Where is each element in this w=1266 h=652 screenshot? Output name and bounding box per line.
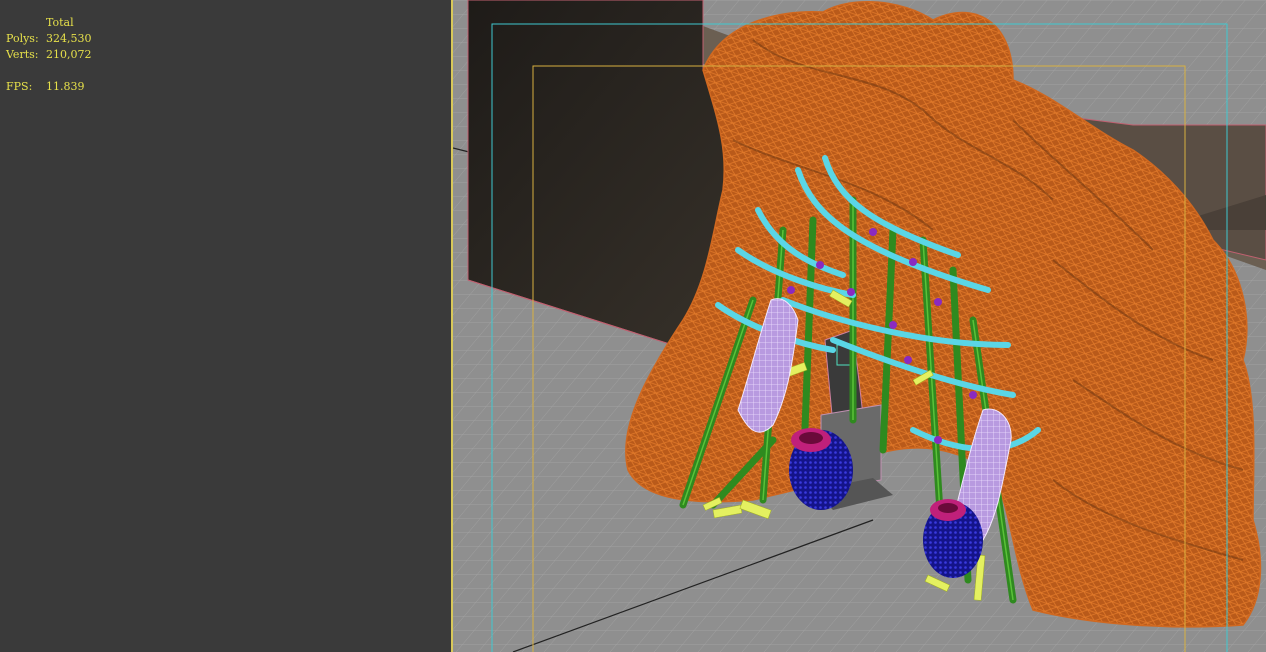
polys-value: 324,530 <box>46 32 92 45</box>
scene-statistics: Total Polys: 324,530 Verts: 210,072 FPS:… <box>6 15 92 95</box>
stats-header: Total <box>46 16 74 29</box>
polys-row: Polys: 324,530 <box>6 31 92 47</box>
statistics-panel: Total Polys: 324,530 Verts: 210,072 FPS:… <box>0 0 451 652</box>
verts-value: 210,072 <box>46 48 92 61</box>
polys-label: Polys: <box>6 32 39 45</box>
verts-label: Verts: <box>6 48 39 61</box>
verts-row: Verts: 210,072 <box>6 47 92 63</box>
fps-label: FPS: <box>6 80 33 93</box>
perspective-viewport[interactable] <box>453 0 1266 652</box>
viewport-scene[interactable] <box>453 0 1266 652</box>
fps-row: FPS: 11.839 <box>6 79 92 95</box>
fps-value: 11.839 <box>46 80 85 93</box>
